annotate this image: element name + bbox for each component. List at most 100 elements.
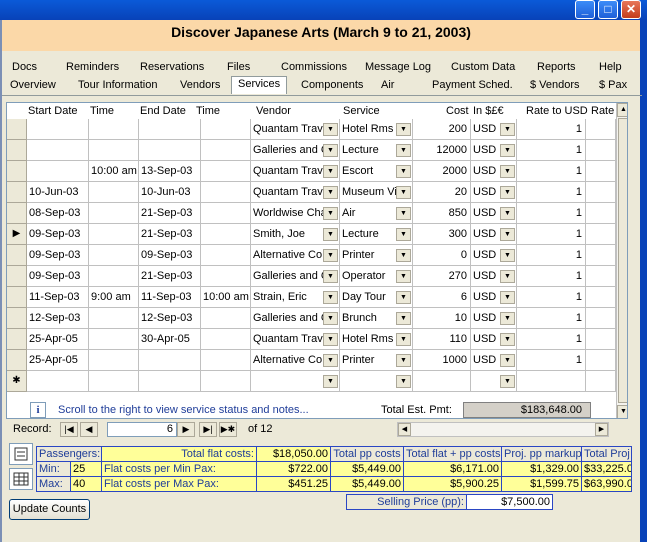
col-end-date[interactable]: End Date xyxy=(140,104,186,118)
chevron-down-icon[interactable]: ▼ xyxy=(396,144,411,157)
next-record-icon[interactable]: ▶ xyxy=(177,422,195,437)
col-start-date[interactable]: Start Date xyxy=(28,104,78,118)
row-selector[interactable]: ▶ xyxy=(7,224,27,245)
cell-cost[interactable]: 270 xyxy=(413,266,471,287)
cell-start-date[interactable]: 09-Sep-03 xyxy=(27,245,89,266)
tab-message-log[interactable]: Message Log xyxy=(359,60,431,76)
scroll-up-icon[interactable]: ▲ xyxy=(617,103,627,117)
chevron-down-icon[interactable]: ▼ xyxy=(323,354,338,367)
cell-end-date[interactable] xyxy=(139,140,201,161)
cell-rate-to-usd[interactable]: 1 xyxy=(517,287,586,308)
chevron-down-icon[interactable]: ▼ xyxy=(323,228,338,241)
row-selector[interactable] xyxy=(7,140,27,161)
table-row[interactable]: 10:00 am 13-Sep-03 Quantam Trave ▼ Escort ▼ 20… xyxy=(7,161,617,182)
update-counts-button[interactable]: Update Counts xyxy=(9,499,90,520)
tab-docs[interactable]: Docs xyxy=(6,60,37,76)
chevron-down-icon[interactable]: ▼ xyxy=(500,354,515,367)
col-rate-to-usd[interactable]: Rate to USD xyxy=(526,104,588,118)
chevron-down-icon[interactable]: ▼ xyxy=(323,249,338,262)
cell-time[interactable] xyxy=(89,245,139,266)
row-selector[interactable] xyxy=(7,308,27,329)
chevron-down-icon[interactable]: ▼ xyxy=(323,144,338,157)
cell-time[interactable] xyxy=(89,182,139,203)
cell-end-date[interactable]: 10-Jun-03 xyxy=(139,182,201,203)
row-selector[interactable]: ✱ xyxy=(7,371,27,392)
cell-rate-to-usd[interactable]: 1 xyxy=(517,350,586,371)
cell-time[interactable] xyxy=(89,371,139,392)
chevron-down-icon[interactable]: ▼ xyxy=(500,375,515,388)
table-row[interactable]: 09-Sep-03 21-Sep-03 Galleries and G ▼ Operat… xyxy=(7,266,617,287)
tab-tour-information[interactable]: Tour Information xyxy=(72,78,157,94)
cell-rate[interactable] xyxy=(586,350,616,371)
vertical-scrollbar[interactable]: ▲ ▼ xyxy=(616,103,627,418)
col-rate[interactable]: Rate xyxy=(591,104,614,118)
cell-start-date[interactable]: 12-Sep-03 xyxy=(27,308,89,329)
table-row[interactable]: 11-Sep-03 9:00 am 11-Sep-03 10:00 am Strain,… xyxy=(7,287,617,308)
row-selector[interactable] xyxy=(7,119,27,140)
scroll-left-icon[interactable]: ◀ xyxy=(398,423,411,436)
col-vendor[interactable]: Vendor xyxy=(256,104,291,118)
tab-payment-sched[interactable]: Payment Sched. xyxy=(426,78,513,94)
cell-rate-to-usd[interactable]: 1 xyxy=(517,140,586,161)
cell-end-time[interactable] xyxy=(201,371,251,392)
tab-custom-data[interactable]: Custom Data xyxy=(445,60,515,76)
col-currency[interactable]: In $£€ xyxy=(473,104,504,118)
chevron-down-icon[interactable]: ▼ xyxy=(323,165,338,178)
chevron-down-icon[interactable]: ▼ xyxy=(323,375,338,388)
col-time[interactable]: Time xyxy=(90,104,114,118)
cell-rate-to-usd[interactable]: 1 xyxy=(517,245,586,266)
selling-price-input[interactable]: $7,500.00 xyxy=(466,494,553,510)
cell-end-date[interactable]: 12-Sep-03 xyxy=(139,308,201,329)
cell-start-date[interactable]: 25-Apr-05 xyxy=(27,350,89,371)
cell-end-date[interactable]: 13-Sep-03 xyxy=(139,161,201,182)
cell-rate-to-usd[interactable]: 1 xyxy=(517,224,586,245)
row-selector[interactable] xyxy=(7,329,27,350)
scroll-down-icon[interactable]: ▼ xyxy=(617,405,627,418)
chevron-down-icon[interactable]: ▼ xyxy=(500,312,515,325)
cell-cost[interactable] xyxy=(413,371,471,392)
tab-air[interactable]: Air xyxy=(375,78,394,94)
cell-start-date[interactable] xyxy=(27,140,89,161)
cell-end-time[interactable] xyxy=(201,140,251,161)
tab-dollar-vendors[interactable]: $ Vendors xyxy=(524,78,580,94)
cell-end-date[interactable] xyxy=(139,119,201,140)
prev-record-icon[interactable]: ◀ xyxy=(80,422,98,437)
chevron-down-icon[interactable]: ▼ xyxy=(396,123,411,136)
cell-end-time[interactable]: 10:00 am xyxy=(201,287,251,308)
cell-end-time[interactable] xyxy=(201,329,251,350)
cell-end-date[interactable]: 21-Sep-03 xyxy=(139,266,201,287)
maximize-button[interactable]: □ xyxy=(598,0,618,19)
cell-time[interactable] xyxy=(89,119,139,140)
datasheet-view-icon[interactable] xyxy=(9,468,33,490)
tab-reminders[interactable]: Reminders xyxy=(60,60,119,76)
min-pax-input[interactable]: 25 xyxy=(70,461,102,477)
cell-end-date[interactable] xyxy=(139,350,201,371)
row-selector[interactable] xyxy=(7,203,27,224)
cell-rate[interactable] xyxy=(586,119,616,140)
chevron-down-icon[interactable]: ▼ xyxy=(500,270,515,283)
cell-time[interactable] xyxy=(89,224,139,245)
cell-rate[interactable] xyxy=(586,245,616,266)
row-selector[interactable] xyxy=(7,182,27,203)
table-row[interactable]: 25-Apr-05 30-Apr-05 Quantam Trave ▼ Hotel Rm… xyxy=(7,329,617,350)
chevron-down-icon[interactable]: ▼ xyxy=(323,270,338,283)
last-record-icon[interactable]: ▶| xyxy=(199,422,217,437)
cell-rate[interactable] xyxy=(586,161,616,182)
row-selector[interactable] xyxy=(7,245,27,266)
cell-rate[interactable] xyxy=(586,287,616,308)
cell-cost[interactable]: 300 xyxy=(413,224,471,245)
table-row[interactable]: ✱ ▼ ▼ ▼ xyxy=(7,371,617,392)
services-grid[interactable]: Start Date Time End Date Time Vendor Ser… xyxy=(6,102,628,419)
cell-cost[interactable]: 2000 xyxy=(413,161,471,182)
chevron-down-icon[interactable]: ▼ xyxy=(500,291,515,304)
tab-components[interactable]: Components xyxy=(295,78,363,94)
chevron-down-icon[interactable]: ▼ xyxy=(396,375,411,388)
cell-start-date[interactable] xyxy=(27,119,89,140)
cell-rate-to-usd[interactable] xyxy=(517,371,586,392)
chevron-down-icon[interactable]: ▼ xyxy=(500,186,515,199)
cell-end-time[interactable] xyxy=(201,203,251,224)
cell-rate[interactable] xyxy=(586,266,616,287)
chevron-down-icon[interactable]: ▼ xyxy=(323,207,338,220)
cell-cost[interactable]: 1000 xyxy=(413,350,471,371)
col-service[interactable]: Service xyxy=(343,104,380,118)
